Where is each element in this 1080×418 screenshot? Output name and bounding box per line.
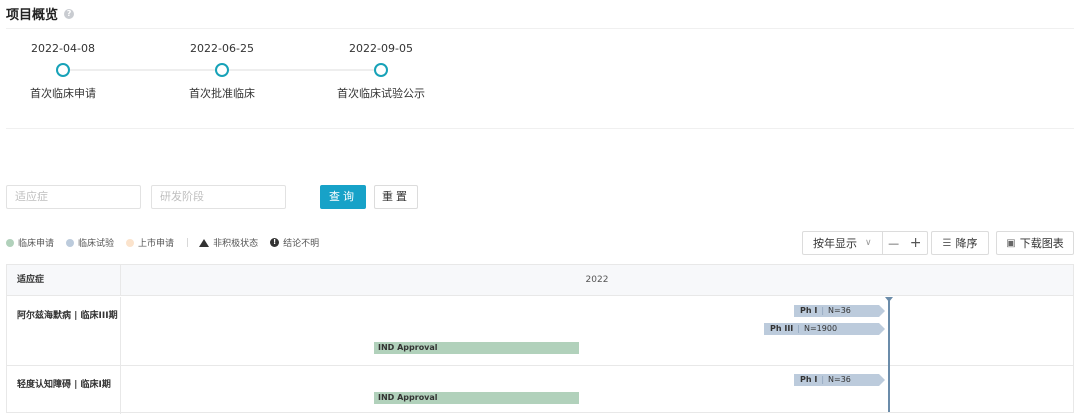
legend: 临床申请 临床试验 上市申请 | 非积极状态 ! 结论不明 — [6, 236, 331, 249]
milestone-dot-icon — [215, 63, 229, 77]
legend-dot-icon — [6, 238, 14, 247]
chevron-down-icon: ∨ — [865, 238, 872, 248]
trial-bar[interactable]: Ph I | N=36 — [794, 374, 885, 386]
page-title-text: 项目概览 — [6, 8, 59, 23]
legend-dot-icon — [66, 238, 75, 247]
milestone-date: 2022-04-08 — [31, 42, 95, 55]
milestone-dot-icon — [374, 63, 388, 77]
title-divider — [6, 28, 1074, 29]
legend-item: ! 结论不明 — [270, 236, 319, 249]
stage-input[interactable]: 研发阶段 — [151, 185, 286, 209]
chart-icon: ▣ — [1006, 237, 1016, 249]
milestone-date: 2022-06-25 — [190, 42, 254, 55]
trial-n: N=36 — [828, 375, 851, 384]
download-button[interactable]: ▣ 下载图表 — [996, 231, 1074, 255]
query-button[interactable]: 查询 — [320, 185, 366, 209]
triangle-icon — [199, 238, 210, 247]
reset-button[interactable]: 重置 — [374, 185, 418, 209]
today-marker-icon — [885, 297, 893, 302]
table-row-label: 阿尔兹海默病 | 临床III期 — [7, 297, 121, 365]
milestone-date: 2022-09-05 — [349, 42, 413, 55]
trial-phase: Ph I — [800, 375, 818, 384]
sort-button[interactable]: ☰ 降序 — [931, 231, 989, 255]
sort-icon: ☰ — [942, 237, 952, 249]
today-marker-line — [888, 297, 890, 412]
zoom-in-button[interactable]: + — [905, 235, 927, 251]
table-row-label: 轻度认知障碍 | 临床I期 — [7, 366, 121, 414]
legend-dot-icon — [126, 238, 135, 247]
indication-input[interactable]: 适应症 — [6, 185, 141, 209]
trial-n: N=1900 — [803, 324, 838, 333]
section-divider — [6, 128, 1074, 129]
exclamation-icon: ! — [270, 238, 280, 247]
legend-item: 临床试验 — [66, 236, 114, 249]
trial-n: N=36 — [828, 306, 851, 315]
legend-label: 上市申请 — [138, 239, 175, 249]
milestone-label: 首次批准临床 — [189, 87, 255, 100]
view-mode-select[interactable]: 按年显示 ∨ — [803, 232, 883, 254]
zoom-out-button[interactable]: — — [883, 237, 905, 250]
legend-item: 非积极状态 — [199, 236, 258, 249]
milestone: 2022-04-08 首次临床申请 — [0, 42, 133, 101]
trial-phase: Ph I — [800, 306, 818, 315]
trial-phase: Ph III — [770, 324, 794, 333]
legend-label: 临床申请 — [18, 239, 55, 249]
milestone: 2022-06-25 首次批准临床 — [152, 42, 292, 101]
row-divider — [7, 365, 1073, 366]
legend-item: 临床申请 — [6, 236, 54, 249]
legend-label: 临床试验 — [78, 239, 115, 249]
page-title: 项目概览 ? — [6, 4, 75, 23]
legend-separator: | — [186, 237, 190, 248]
trial-bar[interactable]: Ph I | N=36 — [794, 305, 885, 317]
gantt-table: 适应症 2022 阿尔兹海默病 | 临床III期 Ph I | N=36 Ph II… — [6, 264, 1074, 414]
ind-approval-bar[interactable]: IND Approval — [374, 342, 579, 354]
legend-label: 非积极状态 — [213, 239, 259, 249]
ind-approval-bar[interactable]: IND Approval — [374, 392, 579, 404]
milestone-dot-icon — [56, 63, 70, 77]
sort-label: 降序 — [955, 237, 978, 250]
milestone: 2022-09-05 首次临床试验公示 — [311, 42, 451, 101]
milestone-label: 首次临床申请 — [30, 87, 96, 100]
milestone-label: 首次临床试验公示 — [337, 87, 425, 100]
trial-bar[interactable]: Ph III | N=1900 — [764, 323, 885, 335]
legend-label: 结论不明 — [283, 239, 320, 249]
column-header-indication: 适应症 — [7, 265, 121, 296]
legend-item: 上市申请 — [126, 236, 174, 249]
zoom-control-group: 按年显示 ∨ — + — [802, 231, 928, 255]
download-label: 下载图表 — [1019, 237, 1064, 250]
column-header-year: 2022 — [121, 265, 1073, 296]
help-icon[interactable]: ? — [64, 8, 75, 19]
view-mode-label: 按年显示 — [813, 237, 857, 250]
